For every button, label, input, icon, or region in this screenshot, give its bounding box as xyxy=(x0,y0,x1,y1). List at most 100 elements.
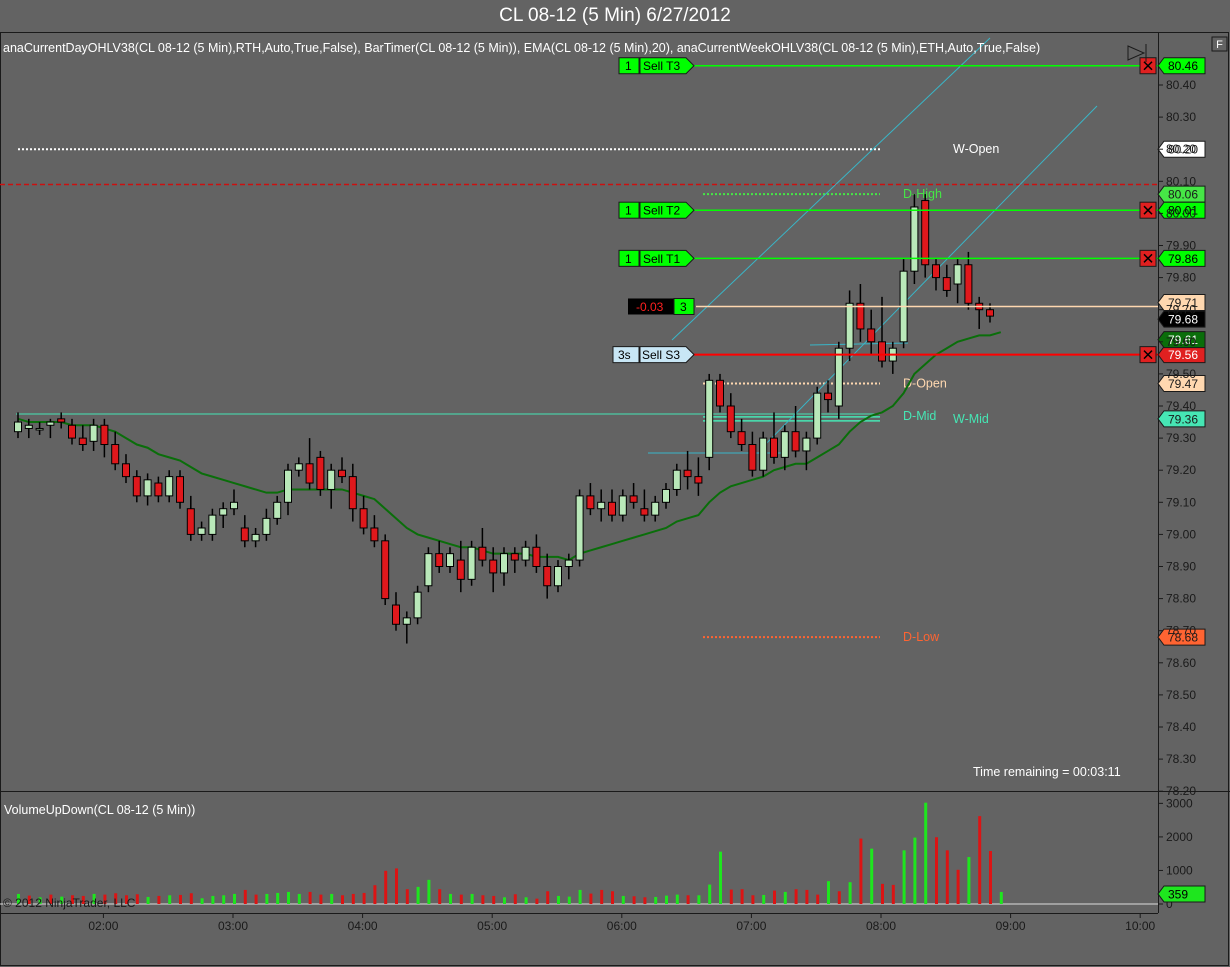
volume-bar xyxy=(686,895,690,904)
volume-bar xyxy=(513,894,517,904)
volume-bar xyxy=(179,894,182,904)
order-label: Sell T3 xyxy=(643,59,680,73)
time-tick-label: 06:00 xyxy=(607,919,637,933)
candle-body xyxy=(543,566,552,587)
timer-text: Time remaining = 00:03:11 xyxy=(973,765,1121,779)
candle-body xyxy=(554,566,562,587)
candle-body xyxy=(618,495,627,516)
candle-body xyxy=(284,469,292,503)
candle-body xyxy=(640,508,649,516)
volume-bar xyxy=(729,889,733,904)
order-lines[interactable]: 1 Sell T3 80.461 Sell T2 80.011 Sell T1 79.863… xyxy=(612,57,1206,364)
order-qty: 1 xyxy=(625,204,632,218)
volume-bar xyxy=(719,851,722,904)
volume-bar xyxy=(503,897,506,904)
volume-bar xyxy=(859,838,863,904)
candle-body xyxy=(510,553,519,561)
volume-bar xyxy=(978,816,982,904)
volume-bar xyxy=(395,868,398,904)
candle-body xyxy=(251,533,260,542)
candle-body xyxy=(78,437,87,446)
volume-bar xyxy=(438,889,442,904)
volume-bar xyxy=(621,895,625,904)
candle-body xyxy=(197,527,206,535)
candle-body xyxy=(748,444,757,471)
time-tick-label: 07:00 xyxy=(736,919,766,933)
candle-body xyxy=(435,553,444,567)
candle-body xyxy=(24,424,33,429)
chart-canvas[interactable]: W-Open 80.20D-High 80.06D-Open 79.47D-Mid W-… xyxy=(0,0,1230,967)
candle-body xyxy=(68,424,76,439)
volume-bar xyxy=(135,894,139,904)
volume-tick-label: 1000 xyxy=(1166,863,1193,877)
volume-bar xyxy=(276,892,280,904)
order-label: Sell T1 xyxy=(643,252,680,266)
candle-body xyxy=(845,302,854,349)
candle-body xyxy=(327,469,336,490)
volume-bar xyxy=(935,837,938,904)
candle-body xyxy=(305,463,314,484)
candle-body xyxy=(802,437,811,452)
candle-body xyxy=(726,405,735,433)
candle-body xyxy=(780,431,789,458)
candle-body xyxy=(953,264,962,285)
candle-body xyxy=(932,264,940,279)
volume-bar xyxy=(168,895,172,904)
price-tick-label: 79.60 xyxy=(1166,335,1196,349)
level-label-d-mid: D-Mid xyxy=(903,409,936,423)
time-tick-label: 05:00 xyxy=(477,919,507,933)
price-tick-label: 79.70 xyxy=(1166,303,1196,317)
volume-bar xyxy=(557,895,560,904)
candle-body xyxy=(878,341,886,362)
candle-body xyxy=(651,501,660,516)
candle-body xyxy=(500,553,508,574)
volume-bar xyxy=(611,891,614,904)
candle-body xyxy=(791,431,800,452)
volume-bar xyxy=(341,895,344,904)
candle-body xyxy=(143,479,152,497)
volume-bar xyxy=(675,894,679,904)
price-tick-label: 78.50 xyxy=(1166,688,1196,702)
candle-body xyxy=(478,546,487,561)
stop-price-tag-text: 79.56 xyxy=(1168,348,1198,362)
volume-bar xyxy=(794,889,798,904)
price-tick-label: 80.20 xyxy=(1166,142,1196,156)
candle-body xyxy=(316,456,325,490)
candle-body xyxy=(240,527,249,542)
candle-body xyxy=(456,559,465,580)
order-qty: 1 xyxy=(625,252,632,266)
candle-body xyxy=(446,553,454,567)
volume-bar xyxy=(956,869,960,904)
price-tick-label: 78.40 xyxy=(1166,720,1196,734)
volume-bar xyxy=(773,890,776,904)
candle-body xyxy=(716,379,724,407)
candle-body xyxy=(662,488,670,503)
f-button[interactable]: F xyxy=(1211,36,1228,52)
volume-bar xyxy=(189,893,193,904)
volume-bar xyxy=(492,895,496,904)
volume-bar xyxy=(665,895,668,904)
volume-bar xyxy=(254,894,258,904)
volume-bar xyxy=(449,893,452,904)
volume-bar xyxy=(762,894,766,904)
volume-bar xyxy=(891,884,895,904)
candle-body xyxy=(14,421,22,433)
level-tag-d-high-text: 80.06 xyxy=(1168,188,1198,202)
candle-body xyxy=(262,517,271,535)
volume-bar xyxy=(902,850,906,904)
volume-bar xyxy=(481,895,485,904)
volume-bar xyxy=(967,857,971,904)
candle-body xyxy=(694,476,703,484)
volume-bar xyxy=(416,886,420,904)
candle-body xyxy=(230,501,238,510)
volume-bar xyxy=(427,879,431,904)
volume-bar xyxy=(384,870,388,904)
candle-body xyxy=(294,463,303,471)
candle-body xyxy=(608,501,616,516)
candle-body xyxy=(359,508,368,529)
price-tick-label: 79.00 xyxy=(1166,527,1196,541)
volume-tick-label: 3000 xyxy=(1166,796,1193,810)
volume-bar xyxy=(265,893,269,904)
ema-line-group xyxy=(17,331,1002,562)
volume-bar xyxy=(848,882,852,904)
